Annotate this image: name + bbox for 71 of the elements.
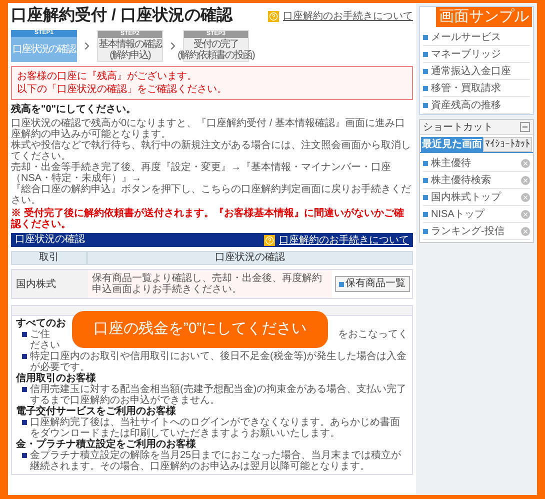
shortcut-link[interactable]: ランキング-投信	[423, 224, 504, 238]
bullet-icon	[423, 102, 428, 108]
caution-text: 特定口座内のお取引や信用取引において、後日不足金(税金等)が発生した場合は入金が必要です。	[30, 351, 408, 373]
remove-icon[interactable]	[521, 158, 530, 168]
remove-icon[interactable]	[521, 210, 530, 218]
shortcut-link[interactable]: NISAトップ	[423, 206, 484, 222]
column-header: 口座状況の確認	[87, 251, 413, 265]
caution-text: ご住	[30, 329, 50, 340]
caution-heading: 信用取引のお客様	[16, 373, 96, 384]
notice-text: 『総合口座の解約申込』ボタンを押下し、こちらの口座解約判定画面に戻りお手続きください。	[11, 184, 412, 206]
step-text: 受付の完了	[194, 38, 238, 50]
shortcut-title: ショートカット	[423, 120, 493, 134]
alert-text: 以下の「口座状況の確認」をご確認ください。	[17, 83, 228, 96]
notice-text: 口座状況の確認で残高が0になりますと、『口座解約受付 / 基本情報確認』画面に進み口座解約の申込みが可能となります。	[11, 118, 406, 140]
help-icon	[268, 10, 279, 22]
help-icon	[264, 234, 275, 246]
table-cell: 保有商品一覧より確認し、売却・出金後、再度解約申込画面よりお手続きください。	[88, 270, 332, 298]
warning-text: ※ 受付完了後に解約依頼書が送付されます。『お客様基本情報』に間違いがないかご確認ください。	[11, 208, 405, 230]
sidebar-link[interactable]: マネーブリッジ	[423, 46, 530, 63]
step-text: 口座状況の確認	[12, 44, 76, 55]
alert-text: お客様の口座に『残高』がございます。	[17, 70, 198, 83]
shortcut-tab[interactable]: ﾏｲｼｮｰﾄｶｯﾄ	[483, 137, 532, 152]
remove-icon[interactable]	[521, 192, 530, 202]
bullet-icon	[22, 387, 27, 392]
caution-heading: すべてのお	[16, 318, 66, 329]
remove-icon[interactable]	[521, 226, 530, 236]
help-link[interactable]: 口座解約のお手続きについて	[283, 8, 413, 24]
bullet-icon	[423, 228, 428, 234]
callout-banner: 口座の残金を”0”にしてください	[72, 311, 328, 348]
caution-text: ださい	[29, 340, 60, 351]
shortcut-link[interactable]: 国内株式トップ	[423, 190, 501, 204]
bullet-icon	[423, 178, 428, 182]
step-text: (解約依頼書の投函)	[178, 50, 254, 60]
bullet-icon	[423, 194, 428, 200]
section-title: 口座状況の確認	[15, 234, 85, 246]
sidebar-link[interactable]: 移管・買取請求	[423, 80, 530, 97]
step-text: 基本情報の確認	[98, 38, 162, 50]
caution-text: 信用売建玉に対する配当金相当額(売建予想配当金)の拘束金がある場合、支払い完了するまで口座解約のお申込ができません。	[30, 384, 408, 406]
sidebar-link[interactable]: メールサービス	[423, 29, 530, 46]
bullet-icon	[22, 420, 27, 425]
sidebar-link[interactable]: 通常振込入金口座	[423, 63, 530, 80]
sample-badge: 画面サンプル	[436, 7, 532, 27]
bullet-icon	[423, 52, 428, 56]
bullet-icon	[22, 453, 27, 458]
bullet-icon	[423, 160, 428, 166]
table-cell: 国内株式	[12, 270, 88, 298]
shortcut-link[interactable]: 株主優待検索	[423, 172, 491, 188]
page-title: 口座解約受付 / 口座状況の確認	[11, 6, 232, 26]
help-link[interactable]: 口座解約のお手続きについて	[279, 232, 409, 248]
bullet-icon	[423, 86, 428, 90]
caution-text: 口座解約完了後は、当社サイトへのログインができなくなります。あらかじめ書面をダウンロードまたは印刷していただきますようお願いいたします。	[30, 417, 401, 439]
bullet-icon	[338, 282, 344, 286]
notice-text: 売却・出金等手続き完了後、再度『設定・変更』→『基本情報・マイナンバー・口座（NSA・特定・未成年）』→	[11, 162, 392, 184]
caution-text: をおこなってく	[338, 329, 408, 340]
bullet-icon	[423, 212, 428, 216]
caution-text: 金プラチナ積立設定の解除を当月25日までにおこなった場合、当月末までは積立が継続されます。その場合、口座解約のお申込みは翌月以降可能となります。	[30, 450, 402, 472]
column-header: 取引	[11, 251, 87, 265]
step-text: (解約申込)	[110, 50, 150, 60]
shortcut-link[interactable]: 株主優待	[423, 156, 471, 170]
caution-heading: 金・プラチナ積立設定をご利用のお客様	[16, 439, 196, 450]
remove-icon[interactable]	[521, 176, 530, 184]
bullet-icon	[22, 354, 27, 359]
notice-text: 株式や投信などで執行待ち、執行中の新規注文がある場合には、注文照会画面から取消してください。	[11, 140, 412, 162]
notice-heading: 残高を"0"にしてください。	[11, 104, 138, 116]
bullet-icon	[22, 332, 27, 337]
bullet-icon	[423, 68, 428, 74]
bullet-icon	[423, 34, 428, 40]
holdings-button[interactable]: 保有商品一覧	[334, 276, 410, 292]
sidebar-link[interactable]: 資産残高の推移	[423, 97, 530, 114]
caution-heading: 電子交付サービスをご利用のお客様	[16, 406, 176, 417]
collapse-icon[interactable]	[520, 122, 530, 132]
